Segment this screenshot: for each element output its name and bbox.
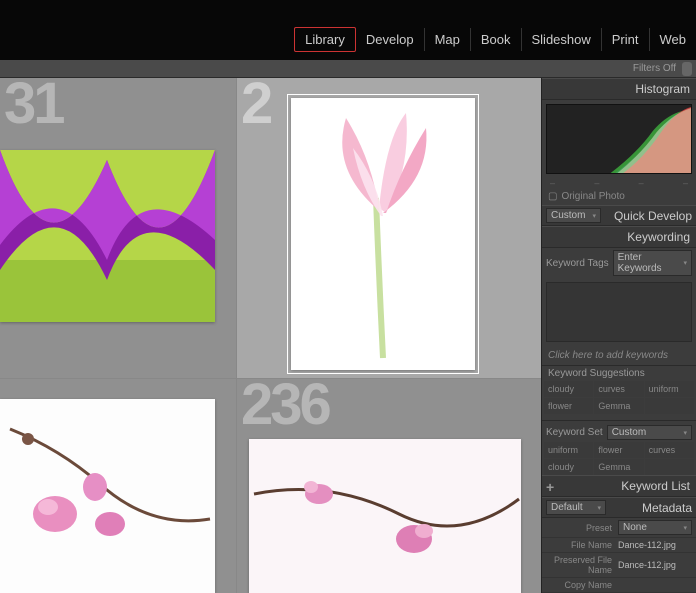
module-book[interactable]: Book xyxy=(471,28,522,51)
preset-dropdown[interactable]: None▾ xyxy=(618,520,692,535)
module-print[interactable]: Print xyxy=(602,28,650,51)
right-panel: Histogram –––– ▢Original Photo Custom▾ Q… xyxy=(541,78,696,593)
chevron-down-icon: ▾ xyxy=(683,429,687,437)
meta-value[interactable]: Dance-112.jpg xyxy=(618,560,692,570)
module-slideshow[interactable]: Slideshow xyxy=(522,28,602,51)
metadata-preset-dropdown[interactable]: Default▾ xyxy=(546,500,606,515)
thumbnail[interactable] xyxy=(0,150,215,322)
chevron-down-icon: ▾ xyxy=(683,524,687,532)
keyword-tags-dropdown[interactable]: Enter Keywords▾ xyxy=(613,250,692,276)
chevron-down-icon: ▾ xyxy=(683,259,687,267)
suggestion-item[interactable]: cloudy xyxy=(544,381,593,397)
meta-label: Copy Name xyxy=(546,580,618,590)
keyword-set-item[interactable]: Gemma xyxy=(594,459,643,475)
suggestion-item[interactable]: flower xyxy=(544,398,593,414)
meta-label: Preserved File Name xyxy=(546,555,618,575)
module-develop[interactable]: Develop xyxy=(356,28,425,51)
suggestion-item[interactable]: curves xyxy=(594,381,643,397)
quick-develop-header[interactable]: Quick Develop xyxy=(605,209,692,223)
suggestion-item[interactable] xyxy=(645,398,694,414)
thumbnail[interactable] xyxy=(0,399,215,593)
histogram-ticks: –––– xyxy=(542,178,696,188)
grid-cell[interactable]: 236 xyxy=(237,379,541,593)
keyword-box[interactable] xyxy=(546,282,692,342)
thumbnail[interactable] xyxy=(249,439,521,593)
app-header: Library Develop Map Book Slideshow Print… xyxy=(0,0,696,60)
histogram-header[interactable]: Histogram xyxy=(542,78,696,100)
stack-count: 236 xyxy=(241,371,329,438)
preset-label: Preset xyxy=(546,523,618,533)
filter-bar: Filters Off xyxy=(0,60,696,78)
module-library[interactable]: Library xyxy=(294,27,356,52)
keyword-suggestions-grid: cloudy curves uniform flower Gemma xyxy=(542,381,696,414)
add-keywords-input[interactable]: Click here to add keywords xyxy=(542,346,696,365)
keyword-set-dropdown[interactable]: Custom▾ xyxy=(607,425,692,440)
metadata-header[interactable]: Metadata xyxy=(610,501,692,515)
stack-count: 2 xyxy=(241,78,270,137)
keywording-header[interactable]: Keywording xyxy=(542,226,696,248)
meta-label: File Name xyxy=(546,540,618,550)
keyword-set-item[interactable] xyxy=(645,459,694,475)
keyword-set-item[interactable]: flower xyxy=(594,442,643,458)
chevron-down-icon: ▾ xyxy=(592,212,596,220)
grid-cell[interactable] xyxy=(0,379,236,593)
filters-toggle[interactable] xyxy=(682,62,692,76)
stack-count: 31 xyxy=(4,78,63,137)
meta-value[interactable]: Dance-112.jpg xyxy=(618,540,692,550)
filter-left xyxy=(4,63,7,75)
filters-off-label: Filters Off xyxy=(633,63,676,74)
quick-dev-preset-dropdown[interactable]: Custom▾ xyxy=(546,208,601,223)
original-photo-label: ▢Original Photo xyxy=(542,188,696,205)
suggestion-item[interactable]: uniform xyxy=(645,381,694,397)
keyword-set-item[interactable]: curves xyxy=(645,442,694,458)
grid-cell[interactable]: 31 xyxy=(0,78,236,378)
module-map[interactable]: Map xyxy=(425,28,471,51)
keyword-tags-label: Keyword Tags xyxy=(546,258,609,269)
module-web[interactable]: Web xyxy=(650,28,696,51)
module-picker: Library Develop Map Book Slideshow Print… xyxy=(294,27,696,52)
grid-cell-selected[interactable]: 2 xyxy=(237,78,541,378)
keyword-set-grid: uniform flower curves cloudy Gemma xyxy=(542,442,696,475)
keyword-suggestions-label: Keyword Suggestions xyxy=(542,365,696,381)
chevron-down-icon: ▾ xyxy=(597,504,601,512)
keyword-set-item[interactable]: uniform xyxy=(544,442,593,458)
thumbnail-selected[interactable] xyxy=(291,98,475,370)
keyword-set-item[interactable]: cloudy xyxy=(544,459,593,475)
keyword-set-label: Keyword Set xyxy=(546,427,603,438)
plus-icon[interactable]: + xyxy=(546,479,554,495)
thumbnail-grid: 31 2 236 xyxy=(0,78,541,593)
histogram-chart[interactable] xyxy=(546,104,692,174)
suggestion-item[interactable]: Gemma xyxy=(594,398,643,414)
keyword-list-header[interactable]: +Keyword List xyxy=(542,475,696,497)
